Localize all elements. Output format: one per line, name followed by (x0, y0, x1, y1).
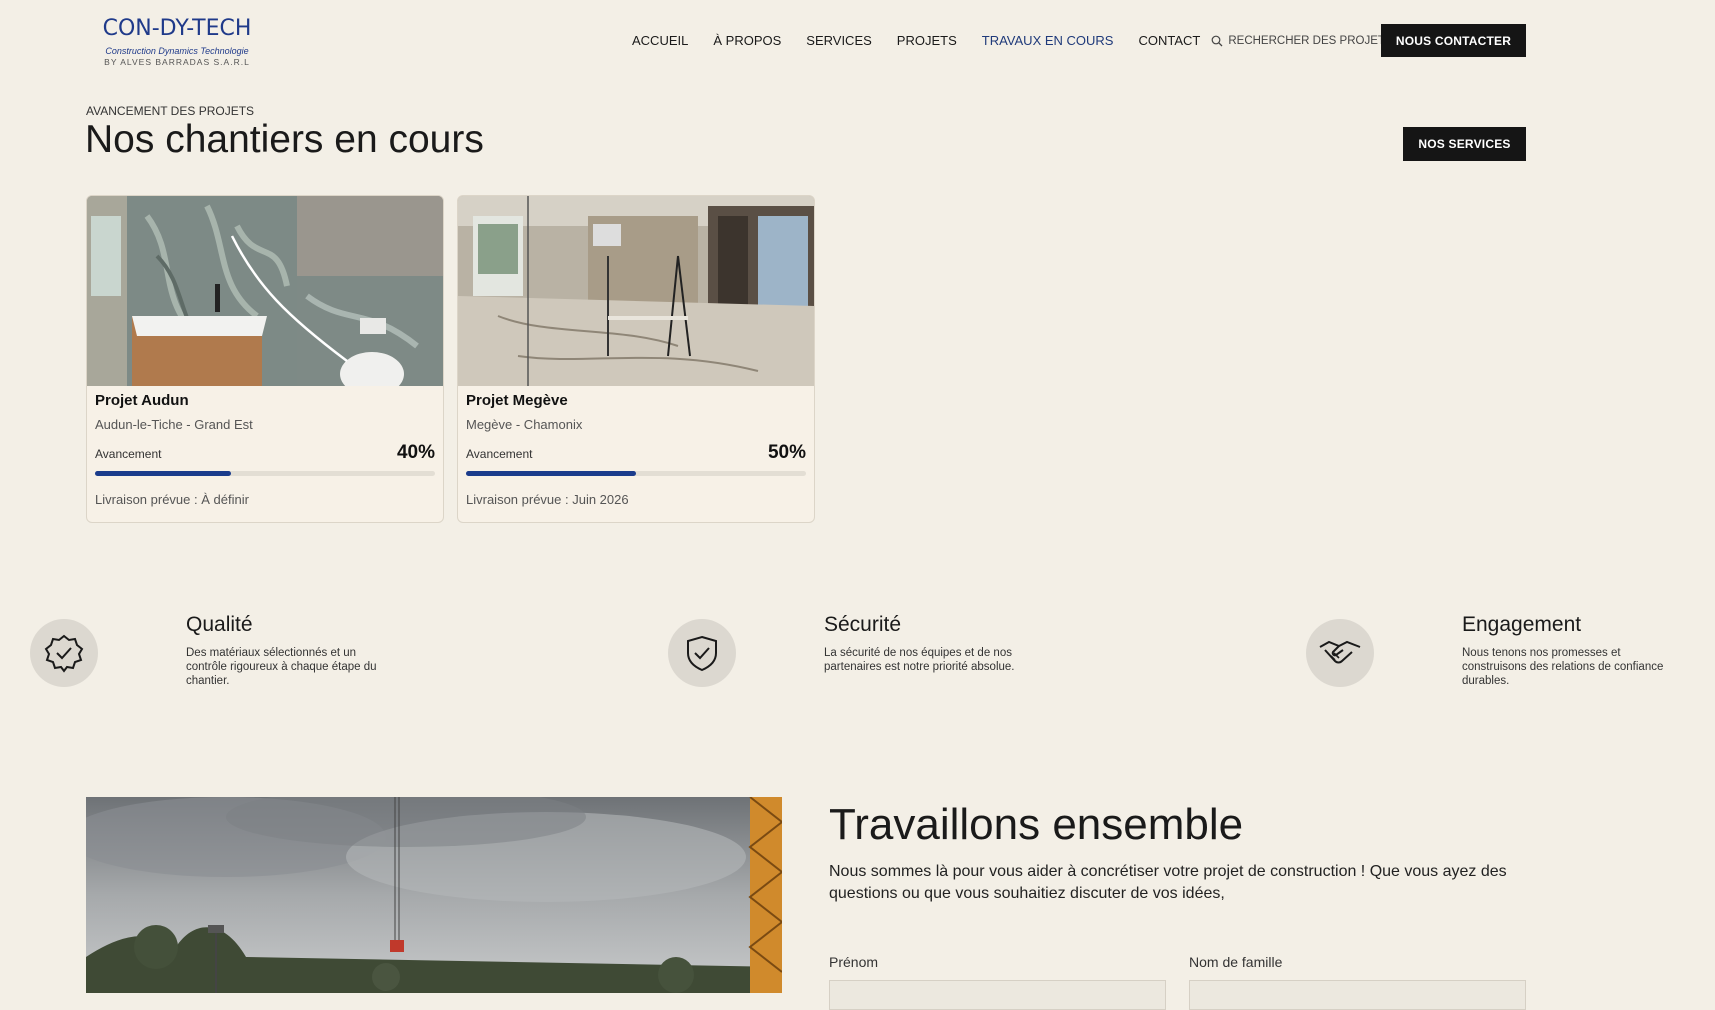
together-title: Travaillons ensemble (829, 800, 1244, 849)
project-photo-interior (458, 196, 814, 386)
value-text: Nous tenons nos promesses et construison… (1462, 647, 1664, 687)
progress-label: Avancement (466, 447, 533, 461)
search-icon (1211, 35, 1223, 46)
progress-bar (95, 471, 435, 476)
services-button[interactable]: NOS SERVICES (1403, 127, 1526, 161)
value-title: Engagement (1462, 613, 1582, 636)
search-label: RECHERCHER DES PROJETS (1228, 34, 1393, 47)
project-photo-bathroom (87, 196, 443, 386)
together-text: Nous sommes là pour vous aider à concrét… (829, 863, 1507, 902)
card-location: Megève - Chamonix (466, 417, 583, 432)
site-header: CON-DY-TECH Construction Dynamics Techno… (0, 0, 1715, 84)
first-name-label: Prénom (829, 954, 879, 970)
logo-subtitle: Construction Dynamics Technologie (105, 46, 249, 56)
value-text: La sécurité de nos équipes et de nos par… (824, 647, 1015, 673)
shield-check-icon (668, 619, 736, 687)
nav-accueil[interactable]: ACCUEIL (632, 33, 688, 48)
nav-a-propos[interactable]: À PROPOS (713, 33, 781, 48)
card-location: Audun-le-Tiche - Grand Est (95, 417, 253, 432)
nav-travaux-en-cours[interactable]: TRAVAUX EN COURS (982, 33, 1114, 48)
progress-label: Avancement (95, 447, 162, 461)
progress-bar (466, 471, 806, 476)
card-title: Projet Audun (95, 392, 189, 409)
card-delivery: Livraison prévue : Juin 2026 (466, 492, 629, 507)
logo-company: BY ALVES BARRADAS S.A.R.L (104, 57, 250, 67)
progress-value: 40% (396, 442, 435, 463)
nav-contact[interactable]: CONTACT (1138, 33, 1200, 48)
value-text: Des matériaux sélectionnés et un contrôl… (186, 647, 377, 687)
search-projects[interactable]: RECHERCHER DES PROJETS (1211, 34, 1393, 47)
project-card-megeve[interactable]: Projet Megève Megève - Chamonix Avanceme… (457, 195, 815, 523)
first-name-field[interactable] (829, 980, 1166, 1010)
nav-services[interactable]: SERVICES (806, 33, 872, 48)
card-delivery: Livraison prévue : À définir (95, 492, 249, 507)
nav-projets[interactable]: PROJETS (897, 33, 957, 48)
progress-value: 50% (767, 442, 806, 463)
badge-check-icon (30, 619, 98, 687)
last-name-field[interactable] (1189, 980, 1526, 1010)
value-title: Sécurité (824, 613, 902, 636)
handshake-icon (1306, 619, 1374, 687)
card-title: Projet Megève (466, 392, 568, 409)
progress-fill (95, 471, 231, 476)
card-body: Projet Megève Megève - Chamonix Avanceme… (466, 392, 806, 507)
value-title: Qualité (186, 613, 253, 636)
logo-wordmark: CON-DY-TECH (102, 16, 252, 41)
last-name-label: Nom de famille (1189, 954, 1283, 970)
construction-site-photo (86, 797, 782, 993)
project-card-audun[interactable]: Projet Audun Audun-le-Tiche - Grand Est … (86, 195, 444, 523)
main-nav: ACCUEIL À PROPOS SERVICES PROJETS TRAVAU… (632, 33, 1393, 48)
page-title: Nos chantiers en cours (85, 118, 484, 161)
logo[interactable]: CON-DY-TECH Construction Dynamics Techno… (92, 16, 262, 76)
card-body: Projet Audun Audun-le-Tiche - Grand Est … (95, 392, 435, 507)
progress-fill (466, 471, 636, 476)
contact-button[interactable]: NOUS CONTACTER (1381, 24, 1526, 57)
section-eyebrow: AVANCEMENT DES PROJETS (86, 104, 255, 118)
